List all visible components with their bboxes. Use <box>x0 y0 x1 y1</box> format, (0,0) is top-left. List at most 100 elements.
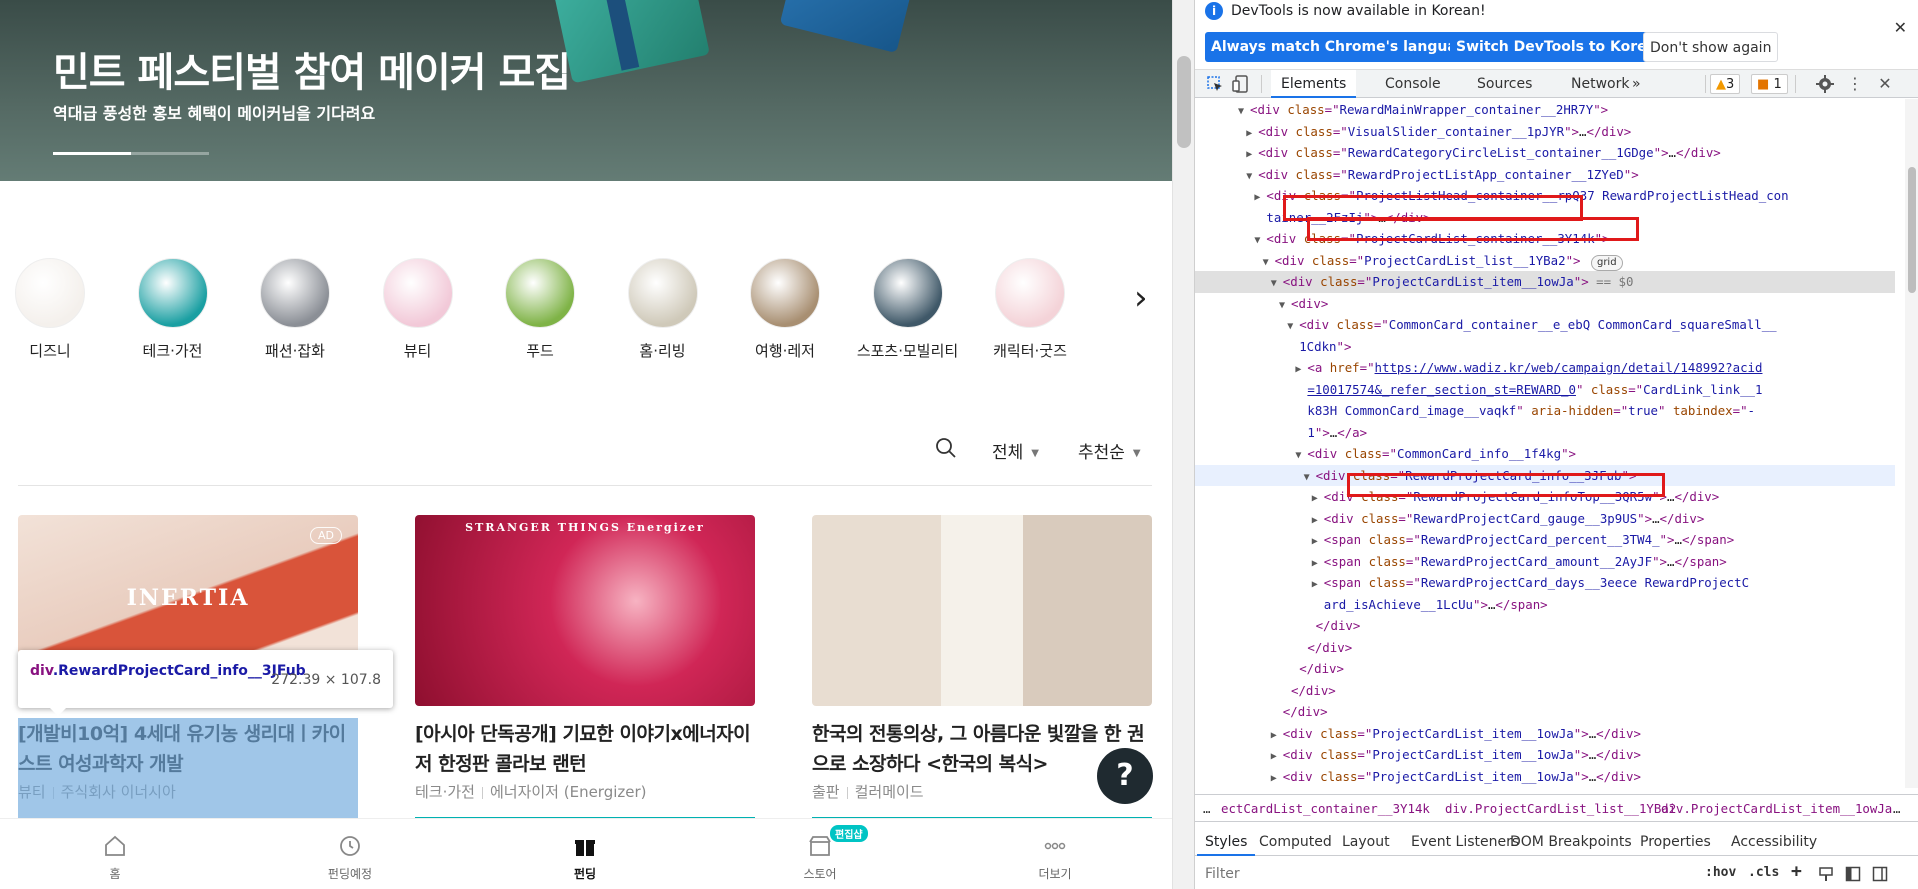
new-style-rule-icon[interactable]: + <box>1791 861 1802 882</box>
collapse-triangle-icon[interactable]: ▼ <box>1238 101 1250 123</box>
nav-item[interactable]: 펀딩예정 <box>270 819 430 882</box>
dom-node-line[interactable]: ▼ <div> <box>1195 293 1895 315</box>
breadcrumb-overflow[interactable]: … <box>1893 801 1900 816</box>
breadcrumb-item[interactable]: div.ProjectCardList_list__1YBa2 <box>1445 801 1676 816</box>
styles-tab-properties[interactable]: Properties <box>1632 828 1719 856</box>
collapse-triangle-icon[interactable]: ▼ <box>1304 467 1316 489</box>
dom-node-line[interactable]: </div> <box>1195 637 1895 659</box>
tab-sources[interactable]: Sources <box>1467 70 1542 98</box>
dom-node-line[interactable]: ▼ <div class="RewardProjectCard_info__3JF… <box>1195 464 1895 489</box>
elements-dom-tree[interactable]: ▼ <div class="RewardMainWrapper_container… <box>1195 99 1905 788</box>
page-scrollbar[interactable] <box>1172 0 1194 889</box>
styles-tab-dom-breakpoints[interactable]: DOM Breakpoints <box>1502 828 1640 856</box>
dom-node-line[interactable]: 1Cdkn"> <box>1195 336 1895 358</box>
dom-node-line[interactable]: ▶ <div class="ProjectCardList_item__1owJa… <box>1195 766 1895 788</box>
expand-triangle-icon[interactable]: ▶ <box>1271 746 1283 768</box>
issues-badge[interactable]: ■ 1 <box>1751 74 1788 94</box>
toggle-sidebar-icon[interactable] <box>1872 866 1888 882</box>
dom-node-line[interactable]: ▶ <div class="ProjectListHead_container__… <box>1195 185 1895 207</box>
nav-item[interactable]: 더보기 <box>975 819 1135 882</box>
collapse-triangle-icon[interactable]: ▼ <box>1246 166 1258 188</box>
category-item[interactable]: 푸드 <box>480 258 600 361</box>
dom-node-line[interactable]: ▶ <span class="RewardProjectCard_days__3e… <box>1195 572 1895 594</box>
help-button[interactable]: ? <box>1097 748 1153 804</box>
tab-elements[interactable]: Elements <box>1271 70 1357 98</box>
category-item[interactable]: 홈·리빙 <box>603 258 723 361</box>
category-item[interactable]: 테크·가전 <box>113 258 233 361</box>
match-language-button[interactable]: Always match Chrome's language <box>1205 32 1483 62</box>
expand-triangle-icon[interactable]: ▶ <box>1246 144 1258 166</box>
settings-gear-icon[interactable] <box>1815 74 1835 94</box>
switch-korean-button[interactable]: Switch DevTools to Korean <box>1450 32 1673 62</box>
class-toggle[interactable]: .cls <box>1748 865 1779 880</box>
project-card[interactable]: STRANGER THINGS Energizer [아시아 단독공개] 기묘한 … <box>415 515 755 820</box>
expand-triangle-icon[interactable]: ▶ <box>1295 359 1307 381</box>
dom-node-line[interactable]: ▶ <div class="ProjectCardList_item__1owJa… <box>1195 723 1895 745</box>
nav-item[interactable]: 펀딩 <box>505 819 665 882</box>
project-card[interactable]: 한국의 전통의상, 그 아름다운 빛깔을 한 권으로 소장하다 <한국의 복식>… <box>812 515 1152 820</box>
inspect-element-icon[interactable] <box>1205 74 1225 94</box>
collapse-triangle-icon[interactable]: ▼ <box>1287 316 1299 338</box>
styles-tab-computed[interactable]: Computed <box>1251 828 1340 856</box>
styles-tab-layout[interactable]: Layout <box>1334 828 1398 856</box>
tab-console[interactable]: Console <box>1375 70 1451 98</box>
dom-node-line[interactable]: ▶ <div class="RewardProjectCard_infoTop__… <box>1195 486 1895 508</box>
dom-node-line[interactable]: ▶ <div class="RewardProjectCard_gauge__3p… <box>1195 508 1895 530</box>
dom-node-line[interactable]: ▶ <span class="RewardProjectCard_percent_… <box>1195 529 1895 551</box>
dom-node-line[interactable]: ⋯▼<div class="ProjectCardList_item__1owJ… <box>1195 271 1895 293</box>
category-item[interactable]: 뷰티 <box>358 258 478 361</box>
device-toolbar-icon[interactable] <box>1231 74 1251 94</box>
category-next-arrow-icon[interactable]: › <box>1134 280 1164 316</box>
dom-node-line[interactable]: ▶ <div class="ProjectCardList_item__1owJa… <box>1195 744 1895 766</box>
card-image[interactable]: STRANGER THINGS Energizer <box>415 515 755 706</box>
card-title[interactable]: [아시아 단독공개] 기묘한 이야기x에너자이저 한정판 콜라보 랜턴 <box>415 719 755 779</box>
close-icon[interactable]: ✕ <box>1894 18 1907 37</box>
collapse-triangle-icon[interactable]: ▼ <box>1254 230 1266 252</box>
expand-triangle-icon[interactable]: ▶ <box>1312 574 1324 596</box>
dom-node-line[interactable]: ▼ <div class="CommonCard_container__e_ebQ… <box>1195 314 1895 336</box>
dom-tree-scrollbar[interactable] <box>1905 99 1918 788</box>
category-item[interactable]: 패션·잡화 <box>235 258 355 361</box>
dom-node-line[interactable]: ▼ <div class="RewardProjectListApp_contai… <box>1195 164 1895 186</box>
dom-node-line[interactable]: k83H CommonCard_image__vaqkf" aria-hidde… <box>1195 400 1895 422</box>
collapse-triangle-icon[interactable]: ▼ <box>1295 445 1307 467</box>
search-icon[interactable] <box>935 437 957 459</box>
collapse-triangle-icon[interactable]: ▼ <box>1263 252 1275 274</box>
card-image[interactable] <box>812 515 1152 706</box>
expand-triangle-icon[interactable]: ▶ <box>1312 510 1324 532</box>
expand-triangle-icon[interactable]: ▶ <box>1254 187 1266 209</box>
nav-item[interactable]: 홈 <box>35 819 195 882</box>
collapse-triangle-icon[interactable]: ▼ <box>1271 273 1283 295</box>
category-item[interactable]: 디즈니 <box>0 258 110 361</box>
dom-node-line[interactable]: ▶ <div class="VisualSlider_container__1pJ… <box>1195 121 1895 143</box>
expand-triangle-icon[interactable]: ▶ <box>1312 553 1324 575</box>
warnings-badge[interactable]: ▲3 <box>1710 74 1741 94</box>
dom-node-line[interactable]: </div> <box>1195 615 1895 637</box>
dom-node-line[interactable]: ▼ <div class="CommonCard_info__1f4kg"> <box>1195 443 1895 465</box>
hover-state-toggle[interactable]: :hov <box>1705 865 1736 880</box>
expand-triangle-icon[interactable]: ▶ <box>1271 768 1283 789</box>
dom-tree-scrollbar-thumb[interactable] <box>1908 167 1916 293</box>
styles-tab-styles[interactable]: Styles <box>1197 828 1256 856</box>
styles-tab-accessibility[interactable]: Accessibility <box>1723 828 1825 856</box>
paint-icon[interactable] <box>1818 866 1834 882</box>
category-filter-dropdown[interactable]: 전체 ▼ <box>992 438 1039 463</box>
category-item[interactable]: 여행·레저 <box>725 258 845 361</box>
dom-node-line[interactable]: </div> <box>1195 680 1895 702</box>
breadcrumb-overflow[interactable]: … <box>1203 801 1210 816</box>
dom-node-line[interactable]: ▼ <div class="ProjectCardList_container__… <box>1195 228 1895 250</box>
computed-sidebar-icon[interactable] <box>1845 866 1861 882</box>
dom-node-line[interactable]: ▼ <div class="RewardMainWrapper_container… <box>1195 99 1895 121</box>
breadcrumb-item[interactable]: div.ProjectCardList_item__1owJa <box>1661 801 1892 816</box>
collapse-triangle-icon[interactable]: ▼ <box>1279 295 1291 317</box>
expand-triangle-icon[interactable]: ▶ <box>1271 725 1283 747</box>
dom-node-line[interactable]: ▶ <span class="RewardProjectCard_amount__… <box>1195 551 1895 573</box>
category-item[interactable]: 스포츠·모빌리티 <box>848 258 968 361</box>
more-options-icon[interactable]: ⋮ <box>1845 74 1865 94</box>
dom-node-line[interactable]: </div> <box>1195 701 1895 723</box>
page-scrollbar-thumb[interactable] <box>1177 56 1191 148</box>
dom-node-line[interactable]: =10017574&_refer_section_st=REWARD_0" cl… <box>1195 379 1895 401</box>
expand-triangle-icon[interactable]: ▶ <box>1246 123 1258 145</box>
breadcrumb-item[interactable]: ectCardList_container__3Y14k <box>1221 801 1430 816</box>
expand-triangle-icon[interactable]: ▶ <box>1312 531 1324 553</box>
